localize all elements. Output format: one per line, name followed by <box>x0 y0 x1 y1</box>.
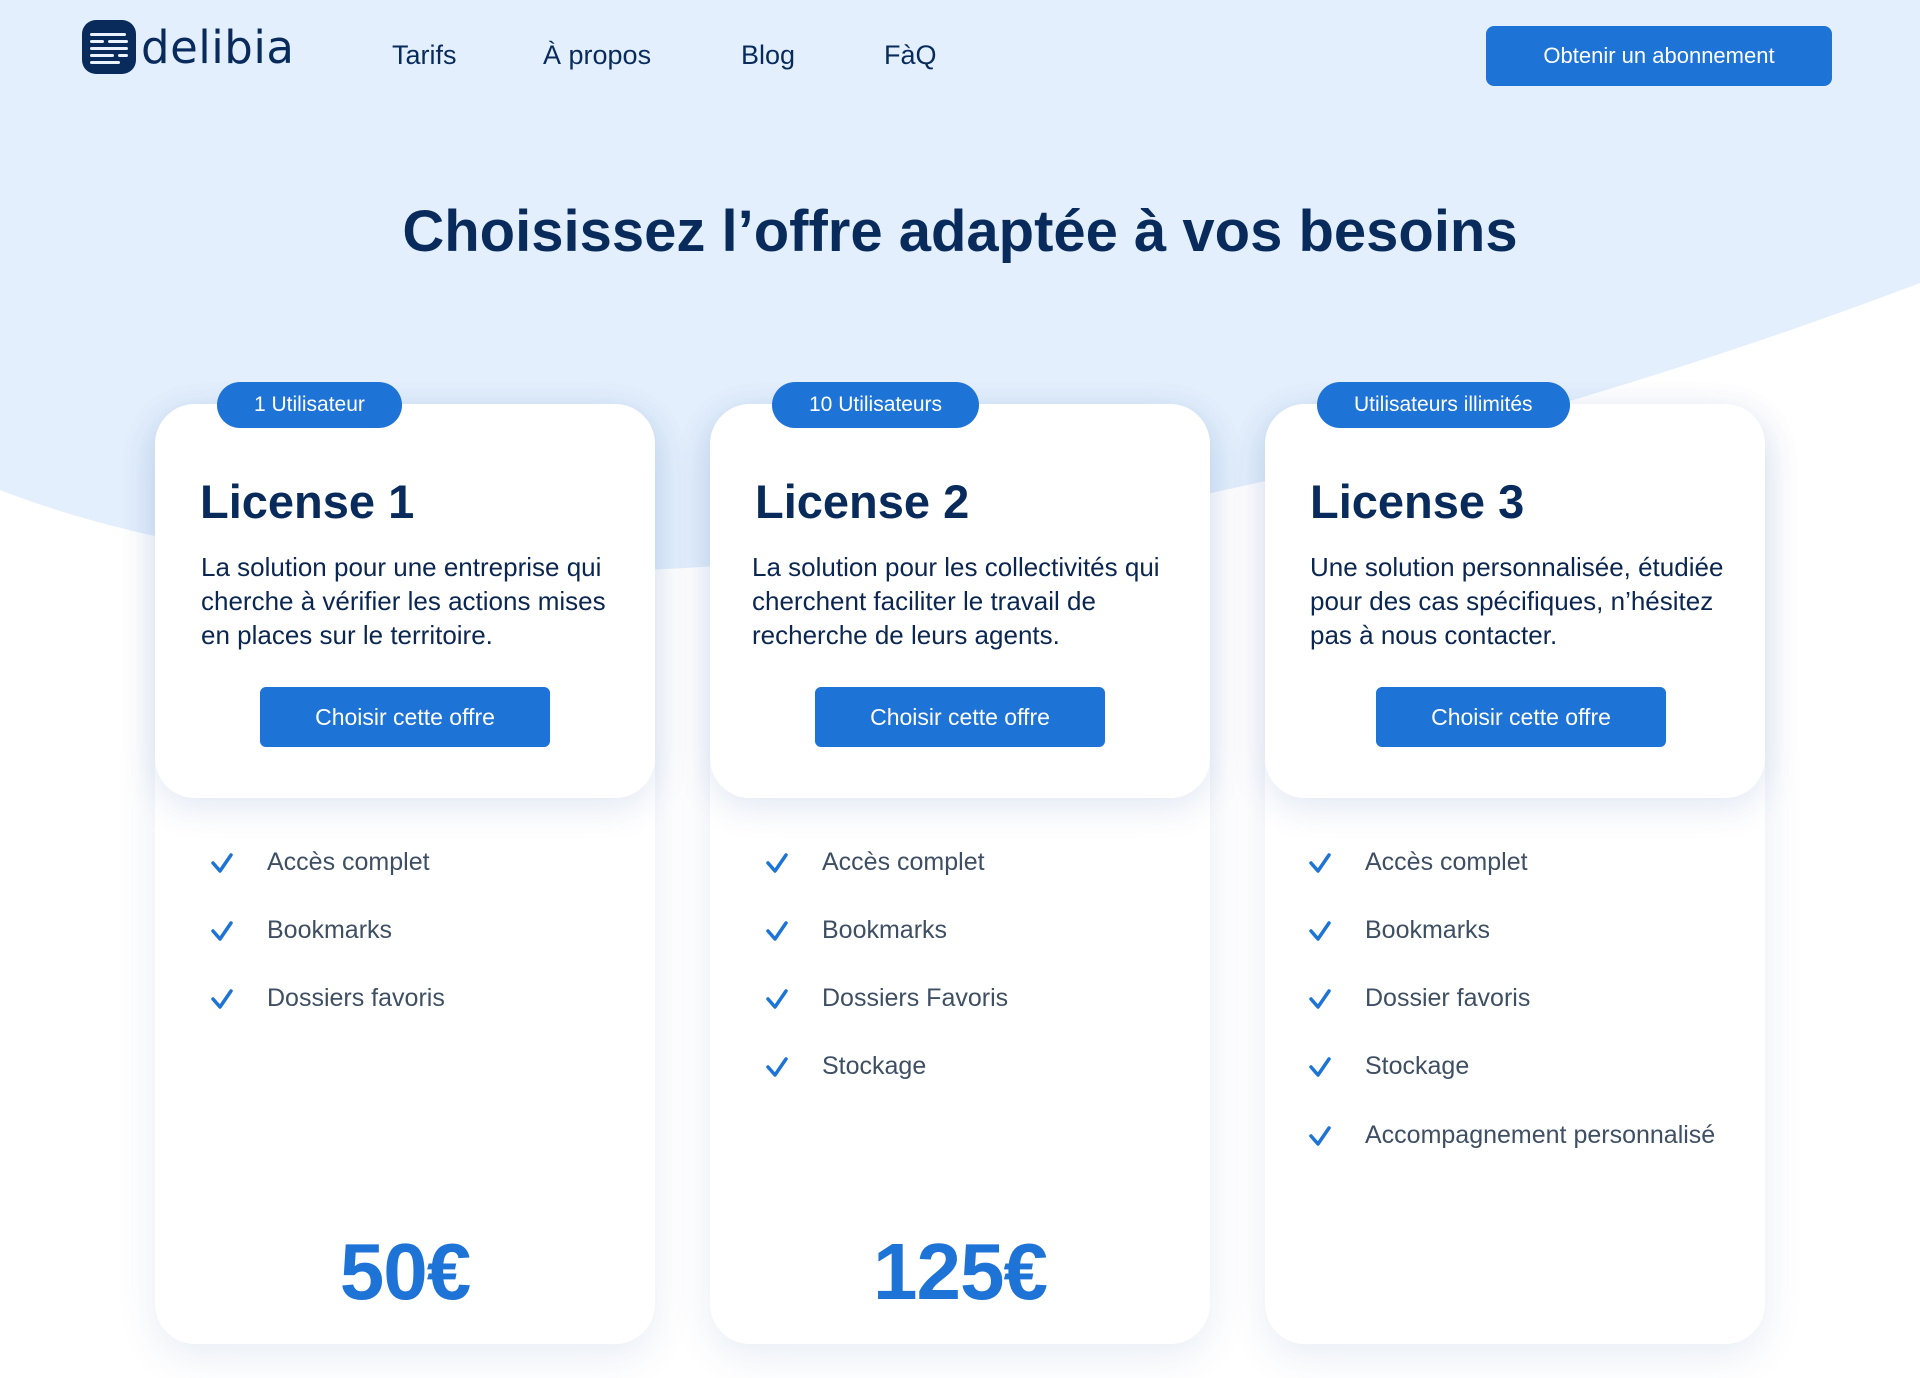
feature-item: Bookmarks <box>710 912 1210 952</box>
feature-label: Stockage <box>822 1052 927 1080</box>
brand-logo[interactable]: delibia <box>82 20 294 74</box>
page-title: Choisissez l’offre adaptée à vos besoins <box>402 199 1518 264</box>
feature-label: Accès complet <box>822 848 985 876</box>
nav-item-faq[interactable]: FàQ <box>884 40 937 71</box>
feature-label: Stockage <box>1365 1052 1470 1080</box>
brand-name: delibia <box>141 20 295 74</box>
nav-item-tarifs[interactable]: Tarifs <box>392 40 457 71</box>
plan-title: License 3 <box>1310 475 1525 528</box>
subscribe-button[interactable]: Obtenir un abonnement <box>1486 26 1832 86</box>
plan-price: 50€ <box>339 1227 471 1316</box>
check-icon <box>211 921 233 941</box>
feature-label: Accès complet <box>1365 848 1528 876</box>
site-header: delibia Tarifs À propos Blog FàQ Obtenir… <box>0 0 1920 110</box>
check-icon <box>766 853 788 873</box>
plan-title: License 2 <box>755 475 970 528</box>
feature-label: Bookmarks <box>822 916 948 944</box>
plan-title: License 1 <box>200 475 415 528</box>
feature-label: Dossiers Favoris <box>822 984 1009 1012</box>
feature-item: Bookmarks <box>1265 912 1765 952</box>
check-icon <box>1309 1126 1331 1146</box>
nav-item-blog[interactable]: Blog <box>741 40 795 71</box>
choose-offer-button[interactable]: Choisir cette offre <box>815 687 1105 747</box>
feature-item: Dossiers Favoris <box>710 980 1210 1020</box>
pricing-card-license-3: Utilisateurs illimités License 3 Une sol… <box>1265 382 1765 1344</box>
feature-item: Accès complet <box>155 844 655 884</box>
feature-label: Dossier favoris <box>1365 984 1531 1012</box>
choose-offer-button[interactable]: Choisir cette offre <box>260 687 550 747</box>
feature-item: Accès complet <box>1265 844 1765 884</box>
check-icon <box>1309 989 1331 1009</box>
pricing-card-license-2: 10 Utilisateurs License 2 La solution po… <box>710 382 1210 1344</box>
feature-label: Bookmarks <box>1365 916 1491 944</box>
feature-item: Stockage <box>710 1048 1210 1088</box>
feature-item: Dossiers favoris <box>155 980 655 1020</box>
document-lines-icon <box>82 20 136 74</box>
feature-label: Accompagnement personnalisé <box>1365 1121 1716 1149</box>
feature-item: Bookmarks <box>155 912 655 952</box>
feature-item: Dossier favoris <box>1265 980 1765 1020</box>
check-icon <box>766 989 788 1009</box>
feature-item: Stockage <box>1265 1048 1765 1088</box>
feature-label: Accès complet <box>267 848 430 876</box>
feature-item: Accompagnement personnalisé <box>1265 1117 1765 1157</box>
plan-description: La solution pour les collectivités qui c… <box>752 552 1160 650</box>
check-icon <box>1309 921 1331 941</box>
pricing-card-license-1: 1 Utilisateur License 1 La solution pour… <box>155 382 655 1344</box>
check-icon <box>1309 853 1331 873</box>
plan-price: 125€ <box>873 1227 1048 1316</box>
feature-item: Accès complet <box>710 844 1210 884</box>
nav-item-a-propos[interactable]: À propos <box>543 40 651 71</box>
user-count-badge: Utilisateurs illimités <box>1317 382 1570 428</box>
choose-offer-button[interactable]: Choisir cette offre <box>1376 687 1666 747</box>
check-icon <box>211 853 233 873</box>
check-icon <box>211 989 233 1009</box>
check-icon <box>766 1057 788 1077</box>
user-count-badge: 1 Utilisateur <box>217 382 402 428</box>
user-count-badge: 10 Utilisateurs <box>772 382 980 428</box>
feature-label: Bookmarks <box>267 916 393 944</box>
check-icon <box>1309 1057 1331 1077</box>
plan-description: Une solution personnalisée, étudiée pour… <box>1310 552 1724 650</box>
plan-description: La solution pour une entreprise qui cher… <box>201 552 606 650</box>
check-icon <box>766 921 788 941</box>
feature-label: Dossiers favoris <box>267 984 445 1012</box>
